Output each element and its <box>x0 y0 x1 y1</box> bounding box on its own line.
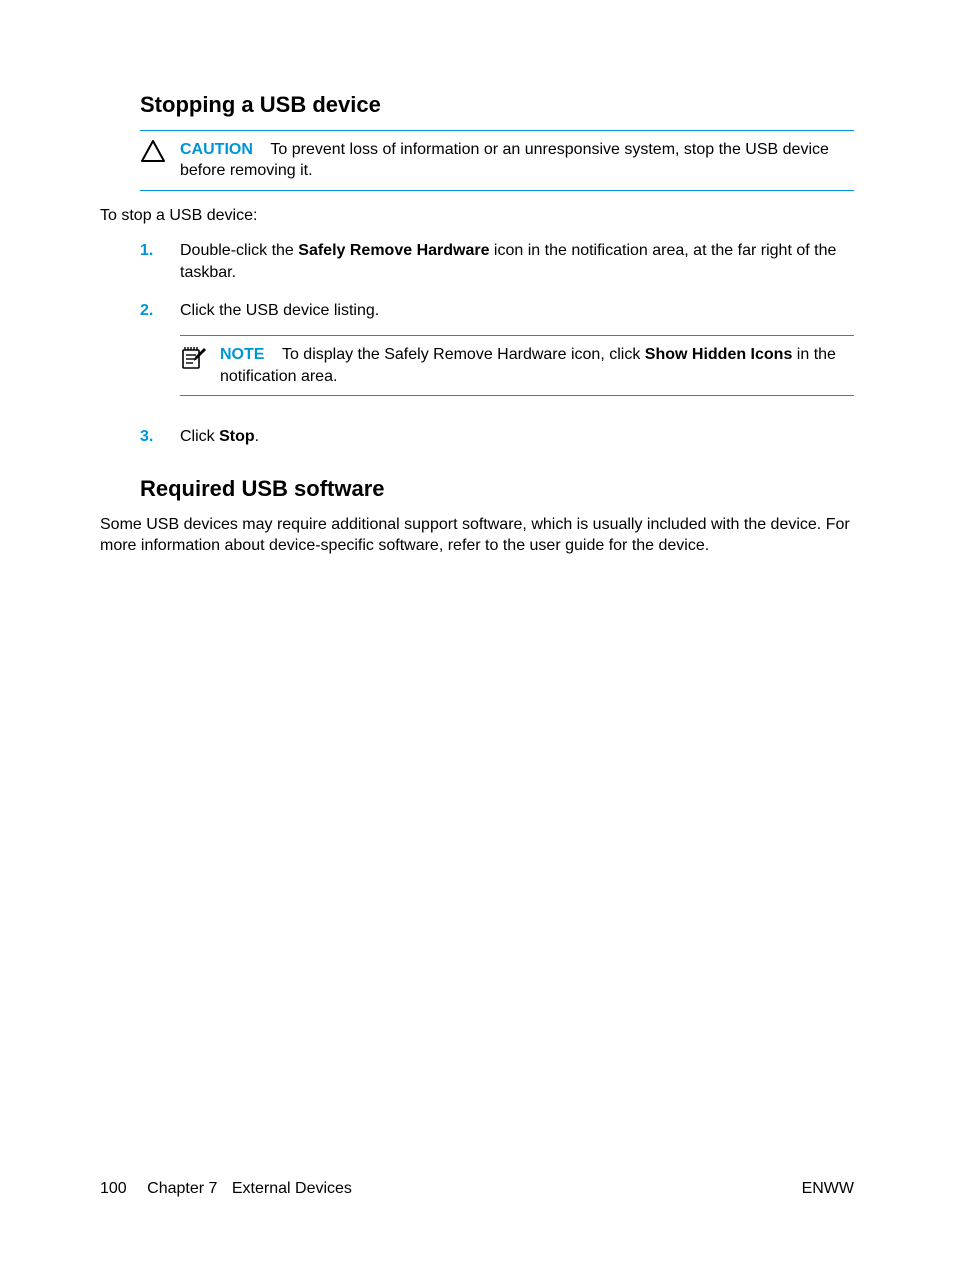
step2-text: Click the USB device listing. <box>180 302 379 319</box>
step-1: Double-click the Safely Remove Hardware … <box>100 240 854 299</box>
step3-text-a: Click <box>180 428 219 445</box>
caution-label: CAUTION <box>180 141 253 158</box>
steps-list: Double-click the Safely Remove Hardware … <box>100 240 854 464</box>
footer-chapter-title: External Devices <box>232 1180 352 1197</box>
footer-page-number: 100 <box>100 1180 127 1197</box>
note-text-a: To display the Safely Remove Hardware ic… <box>282 346 645 363</box>
caution-text: To prevent loss of information or an unr… <box>180 141 829 180</box>
step-2: Click the USB device listing. <box>100 300 854 427</box>
section2-para: Some USB devices may require additional … <box>100 514 854 557</box>
step1-text-a: Double-click the <box>180 242 298 259</box>
footer-right: ENWW <box>802 1178 854 1200</box>
step-3: Click Stop. <box>100 426 854 464</box>
caution-icon <box>140 139 166 170</box>
page-footer: 100 Chapter 7 External Devices ENWW <box>100 1178 854 1200</box>
note-icon <box>180 344 208 377</box>
note-callout: NOTE To display the Safely Remove Hardwa… <box>180 335 854 396</box>
heading-stopping-usb: Stopping a USB device <box>140 90 854 120</box>
note-bold: Show Hidden Icons <box>645 346 793 363</box>
caution-callout: CAUTION To prevent loss of information o… <box>140 130 854 191</box>
intro-text: To stop a USB device: <box>100 205 854 227</box>
step1-bold: Safely Remove Hardware <box>298 242 489 259</box>
footer-chapter: Chapter 7 <box>147 1180 217 1197</box>
step3-text-c: . <box>255 428 259 445</box>
heading-required-usb-software: Required USB software <box>140 474 854 504</box>
step3-bold: Stop <box>219 428 255 445</box>
note-label: NOTE <box>220 346 264 363</box>
